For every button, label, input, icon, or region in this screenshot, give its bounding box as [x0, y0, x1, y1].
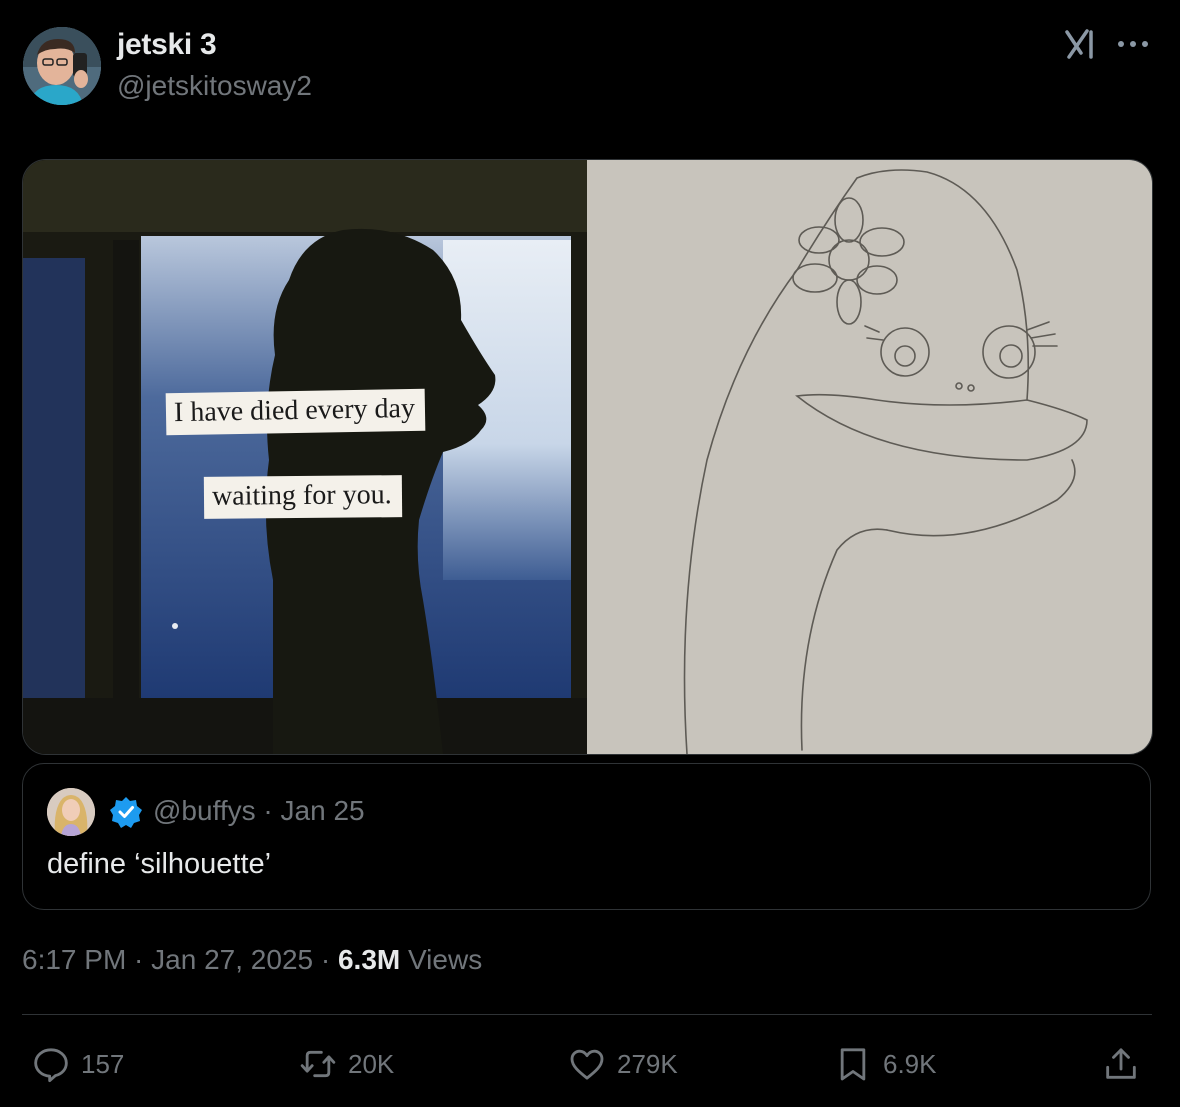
quoted-post-text: define ‘silhouette’: [47, 848, 272, 880]
silhouette-photo: I have died every day waiting for you.: [23, 160, 587, 754]
meta-separator: ·: [126, 944, 152, 975]
meta-separator: ·: [313, 944, 338, 975]
avatar[interactable]: [23, 27, 101, 105]
post-metadata: 6:17 PM · Jan 27, 2025 · 6.3M Views: [22, 944, 482, 976]
quoted-post-meta: @buffys · Jan 25: [153, 795, 365, 827]
divider: [22, 1014, 1152, 1015]
reply-count: 157: [81, 1048, 125, 1079]
share-icon: [1106, 1048, 1136, 1079]
author-handle[interactable]: @jetskitosway2: [117, 70, 312, 102]
like-icon: [570, 1049, 604, 1080]
like-button[interactable]: 279K: [567, 1042, 678, 1086]
verified-icon: [109, 795, 143, 829]
reply-button[interactable]: 157: [31, 1042, 124, 1086]
quoted-handle[interactable]: @buffys: [153, 795, 256, 826]
post-header: jetski 3 @jetskitosway2: [0, 0, 1180, 120]
caption-strip: waiting for you.: [203, 475, 402, 519]
quoted-post[interactable]: @buffys · Jan 25 define ‘silhouette’: [22, 763, 1151, 910]
caption-strip: I have died every day: [165, 388, 426, 436]
grok-icon[interactable]: [1062, 26, 1098, 62]
bookmark-count: 6.9K: [883, 1048, 937, 1079]
display-name[interactable]: jetski 3: [117, 28, 217, 62]
post-media[interactable]: I have died every day waiting for you.: [22, 159, 1153, 755]
bookmark-button[interactable]: 6.9K: [833, 1042, 937, 1086]
post-time[interactable]: 6:17 PM: [22, 944, 126, 975]
avatar[interactable]: [47, 788, 95, 836]
repost-button[interactable]: 20K: [298, 1042, 394, 1086]
bookmark-icon: [840, 1048, 866, 1081]
quoted-date[interactable]: Jan 25: [281, 795, 365, 826]
pencil-sketch: [587, 160, 1152, 754]
repost-count: 20K: [348, 1048, 395, 1079]
more-icon[interactable]: [1116, 34, 1150, 54]
share-button[interactable]: [1101, 1042, 1141, 1086]
like-count: 279K: [617, 1048, 678, 1079]
repost-icon: [300, 1050, 336, 1078]
views-count[interactable]: 6.3M: [338, 944, 400, 975]
views-label[interactable]: Views: [400, 944, 482, 975]
post-date[interactable]: Jan 27, 2025: [151, 944, 313, 975]
reply-icon: [34, 1048, 68, 1083]
action-bar: 157 20K 279K 6.9K: [0, 1030, 1180, 1100]
meta-separator: ·: [255, 795, 281, 826]
